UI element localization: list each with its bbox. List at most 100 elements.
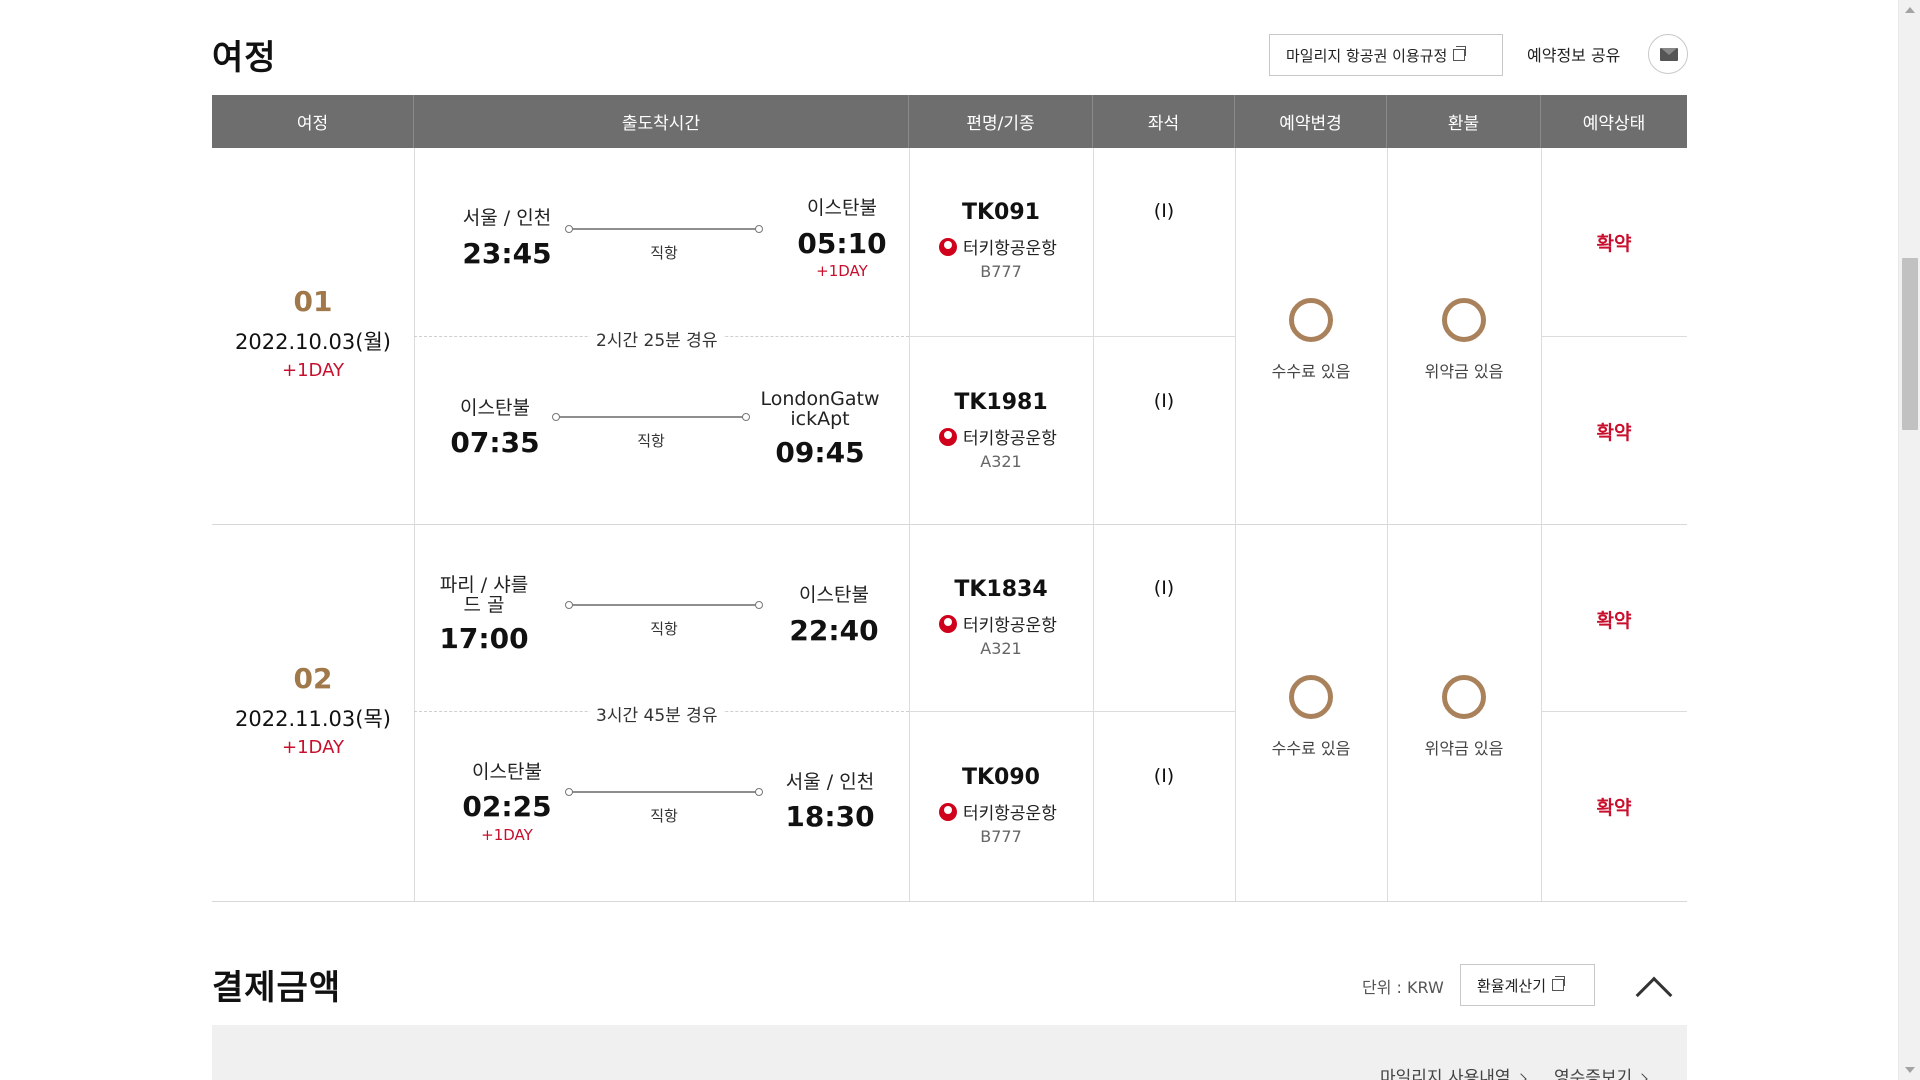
seat-class: (I) — [1153, 200, 1175, 222]
trip-number: 01 — [293, 285, 333, 318]
flight-number[interactable]: TK1834 — [909, 577, 1093, 602]
col-flight: 편명/기종 — [909, 95, 1093, 148]
itinerary-header: 여정 마일리지 항공권 이용규정 예약정보 공유 — [212, 0, 1688, 94]
popup-icon — [1453, 46, 1467, 61]
exchange-calculator-label: 환율계산기 — [1477, 976, 1547, 995]
share-label: 예약정보 공유 — [1527, 46, 1621, 65]
col-change: 예약변경 — [1235, 95, 1387, 148]
arrival-city: 서울 / 인천 — [785, 771, 875, 793]
trip-row: 01 2022.10.03(월) +1DAY 서울 / 인천 23:45 직항 … — [212, 148, 1687, 525]
aircraft-type: A321 — [980, 639, 1022, 658]
trip-date: 2022.10.03(월) — [235, 330, 391, 354]
chevron-right-icon — [1514, 1073, 1527, 1080]
exchange-calculator-button[interactable]: 환율계산기 — [1460, 964, 1595, 1006]
refund-penalty-label: 위약금 있음 — [1424, 739, 1504, 758]
itinerary-title: 여정 — [212, 38, 277, 78]
seat-class: (I) — [1153, 765, 1175, 787]
mileage-rules-button[interactable]: 마일리지 항공권 이용규정 — [1269, 34, 1503, 76]
departure-time: 17:00 — [439, 622, 529, 655]
departure-city: 파리 / 샤를 드 골 — [439, 574, 529, 616]
trip-summary: 01 2022.10.03(월) +1DAY — [212, 285, 414, 381]
refund-penalty-ring-icon — [1442, 675, 1486, 719]
airline: 터키항공운항 — [939, 234, 1057, 259]
col-trip: 여정 — [212, 95, 414, 148]
change-fee-label: 수수료 있음 — [1271, 739, 1351, 758]
arrival-city: 이스탄불 — [807, 197, 877, 219]
aircraft-type: A321 — [980, 452, 1022, 471]
transit-info: 3시간 45분 경유 — [590, 701, 724, 726]
receipt-label: 영수증보기 — [1554, 1068, 1633, 1080]
scroll-up-icon[interactable] — [1905, 7, 1915, 13]
airline-name: 터키항공운항 — [963, 616, 1057, 636]
scroll-thumb[interactable] — [1902, 258, 1918, 430]
departure-plus-day: +1DAY — [481, 826, 533, 844]
flight-number[interactable]: TK091 — [909, 200, 1093, 225]
page-scrollbar[interactable] — [1898, 0, 1920, 1080]
trip-plus-day: +1DAY — [282, 360, 344, 381]
route-type: 직항 — [650, 244, 678, 262]
booking-status: 확약 — [1596, 797, 1632, 819]
route-line — [565, 225, 763, 233]
change-fee-label: 수수료 있음 — [1271, 362, 1351, 381]
transit-info: 2시간 25분 경유 — [590, 326, 724, 351]
col-seat: 좌석 — [1093, 95, 1235, 148]
departure-time: 07:35 — [450, 426, 540, 459]
airline-logo-icon — [939, 802, 957, 821]
arrival-time: 09:45 — [775, 436, 865, 469]
currency-unit: 단위 : KRW — [1362, 978, 1444, 997]
departure-city: 서울 / 인천 — [462, 207, 552, 229]
airline-logo-icon — [939, 237, 957, 256]
airline: 터키항공운항 — [939, 799, 1057, 824]
trip-date: 2022.11.03(목) — [235, 707, 391, 731]
route-line — [565, 788, 763, 796]
arrival-time: 22:40 — [789, 614, 879, 647]
seat-class: (I) — [1153, 577, 1175, 599]
departure-time: 02:25 — [462, 790, 552, 823]
flight-number[interactable]: TK1981 — [909, 390, 1093, 415]
scroll-down-icon[interactable] — [1905, 1067, 1915, 1073]
mileage-rules-label: 마일리지 항공권 이용규정 — [1286, 46, 1448, 65]
reservation-detail: 여정 마일리지 항공권 이용규정 예약정보 공유 여정 출도착시간 편명/기종 … — [212, 0, 1688, 1080]
payment-header: 결제금액 단위 : KRW 환율계산기 — [212, 940, 1687, 1030]
seat-class: (I) — [1153, 390, 1175, 412]
change-fee-ring-icon — [1289, 298, 1333, 342]
refund-penalty-ring-icon — [1442, 298, 1486, 342]
aircraft-type: B777 — [980, 827, 1022, 846]
route-type: 직항 — [650, 807, 678, 825]
payment-summary-box: 마일리지 사용내역 영수증보기 — [212, 1025, 1687, 1080]
trip-summary: 02 2022.11.03(목) +1DAY — [212, 662, 414, 758]
receipt-link[interactable]: 영수증보기 — [1554, 1063, 1648, 1080]
mileage-history-link[interactable]: 마일리지 사용내역 — [1380, 1063, 1527, 1080]
itinerary-table-header: 여정 출도착시간 편명/기종 좌석 예약변경 환불 예약상태 — [212, 95, 1687, 148]
trip-number: 02 — [293, 662, 333, 695]
trip-row: 02 2022.11.03(목) +1DAY 파리 / 샤를 드 골 17:00… — [212, 525, 1687, 902]
arrival-city: 이스탄불 — [799, 584, 869, 606]
route-type: 직항 — [637, 432, 665, 450]
chevron-right-icon — [1636, 1073, 1648, 1080]
arrival-plus-day: +1DAY — [816, 262, 868, 280]
booking-status: 확약 — [1596, 422, 1632, 444]
share-email-button[interactable] — [1648, 34, 1688, 74]
booking-status: 확약 — [1596, 233, 1632, 255]
booking-status: 확약 — [1596, 610, 1632, 632]
col-status: 예약상태 — [1582, 114, 1646, 134]
airline-logo-icon — [939, 614, 957, 633]
payment-title: 결제금액 — [212, 968, 342, 1008]
arrival-time: 05:10 — [797, 227, 887, 260]
aircraft-type: B777 — [980, 262, 1022, 281]
route-type: 직항 — [650, 620, 678, 638]
arrival-city: LondonGatwickApt — [760, 388, 880, 430]
collapse-chevron-up-icon[interactable] — [1635, 976, 1673, 1014]
departure-city: 이스탄불 — [472, 761, 542, 783]
airline: 터키항공운항 — [939, 424, 1057, 449]
airline-name: 터키항공운항 — [963, 429, 1057, 449]
col-refund: 환불 — [1387, 95, 1541, 148]
trip-plus-day: +1DAY — [282, 737, 344, 758]
route-line — [565, 601, 763, 609]
change-fee-ring-icon — [1289, 675, 1333, 719]
flight-number[interactable]: TK090 — [909, 765, 1093, 790]
departure-city: 이스탄불 — [460, 397, 530, 419]
airline-name: 터키항공운항 — [963, 804, 1057, 824]
refund-penalty-label: 위약금 있음 — [1424, 362, 1504, 381]
envelope-icon — [1660, 48, 1678, 61]
